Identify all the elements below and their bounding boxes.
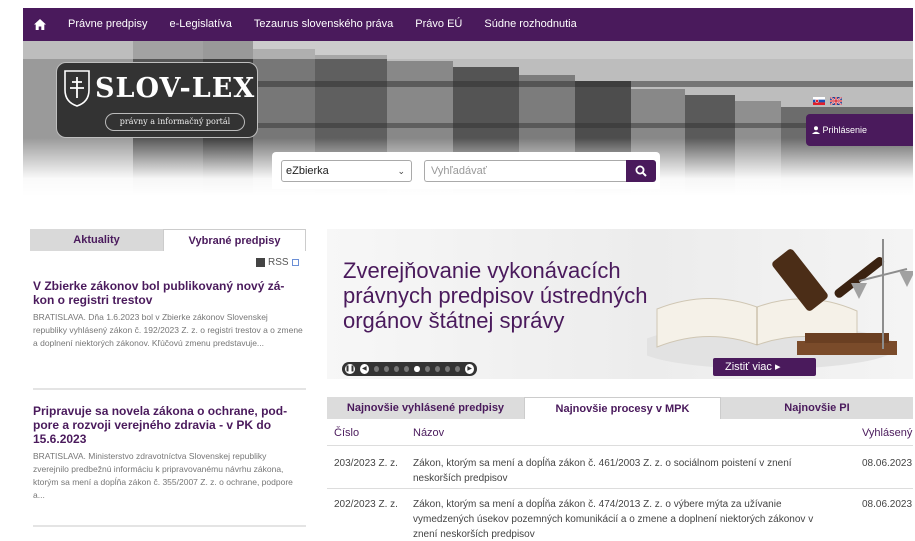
nav-tezaurus[interactable]: Tezaurus slovenského práva: [243, 8, 404, 41]
chevron-down-icon: ⌄: [397, 166, 405, 176]
slide-dot-active[interactable]: [414, 366, 420, 372]
slide-dot[interactable]: [383, 366, 390, 372]
news-text: BRATISLAVA. Ministerstvo zdravotníctva S…: [33, 451, 293, 500]
news-item: V Zbierke zákonov bol publikovaný nový z…: [33, 279, 303, 350]
logo-subtitle: právny a informačný portál: [105, 113, 245, 131]
slider-headline: Zverejňovanie vykonávacích právnych pred…: [343, 258, 648, 333]
slide-dot[interactable]: [455, 366, 461, 372]
regulation-date: 08.06.2023: [862, 458, 913, 469]
nav-pravne-predpisy[interactable]: Právne predpisy: [57, 8, 159, 41]
nav-e-legislativa[interactable]: e-Legislatíva: [159, 8, 243, 41]
regulations-tabs: Najnovšie vyhlásené predpisy Najnovšie p…: [327, 397, 913, 419]
divider: [33, 388, 306, 390]
tab-najnovsie-vyhlasene[interactable]: Najnovšie vyhlásené predpisy: [327, 397, 524, 419]
search-bar: eZbierka ⌄ Vyhľadávať: [272, 152, 660, 189]
slide-dot[interactable]: [424, 366, 430, 372]
learn-more-button[interactable]: Zistiť viac ▸: [713, 358, 816, 376]
row-divider: [327, 488, 913, 489]
news-item: Pripravuje sa novela zákona o ochrane, p…: [33, 404, 303, 502]
search-icon: [635, 165, 647, 177]
logo-title: SLOV-LEX: [95, 73, 256, 104]
promo-slider: Zverejňovanie vykonávacích právnych pred…: [327, 229, 913, 379]
coat-of-arms-icon: [64, 70, 90, 107]
slov-lex-logo[interactable]: SLOV-LEX právny a informačný portál: [56, 62, 258, 138]
home-icon[interactable]: [23, 8, 57, 41]
pause-icon[interactable]: ❚❚: [345, 364, 355, 374]
nav-sudne-rozhodnutia[interactable]: Súdne rozhodnutia: [473, 8, 587, 41]
gavel-books-image: [647, 239, 913, 369]
slide-dot[interactable]: [394, 366, 400, 372]
regulation-number[interactable]: 202/2023 Z. z.: [334, 497, 398, 512]
search-input[interactable]: Vyhľadávať: [424, 160, 626, 182]
regulation-name[interactable]: Zákon, ktorým sa mení a dopĺňa zákon č. …: [413, 497, 833, 541]
tab-najnovsie-pi[interactable]: Najnovšie PI: [721, 397, 913, 419]
login-button[interactable]: Prihlásenie: [806, 114, 913, 146]
login-label: Prihlásenie: [822, 125, 868, 135]
slovak-flag-icon[interactable]: [813, 97, 825, 105]
slide-dot[interactable]: [444, 366, 451, 372]
page: Právne predpisy e-Legislatíva Tezaurus s…: [0, 0, 915, 541]
regulation-date: 08.06.2023: [862, 499, 913, 510]
column-header-nazov[interactable]: Názov: [413, 427, 444, 439]
news-title[interactable]: Pripravuje sa novela zákona o ochrane, p…: [33, 404, 303, 446]
previous-icon[interactable]: ◀: [360, 364, 369, 374]
nav-pravo-eu[interactable]: Právo EÚ: [404, 8, 473, 41]
regulation-name[interactable]: Zákon, ktorým sa mení a dopĺňa zákon č. …: [413, 456, 833, 486]
collection-select[interactable]: eZbierka ⌄: [281, 160, 412, 182]
regulation-number[interactable]: 203/2023 Z. z.: [334, 456, 398, 471]
slide-dot[interactable]: [434, 366, 440, 372]
external-link-icon: [291, 259, 299, 266]
tab-aktuality[interactable]: Aktuality: [30, 229, 163, 251]
search-button[interactable]: [626, 160, 656, 182]
english-flag-icon[interactable]: [830, 97, 842, 105]
slider-controls: ❚❚ ◀ ▶: [342, 362, 477, 376]
tab-najnovsie-procesy[interactable]: Najnovšie procesy v MPK: [524, 397, 721, 419]
column-header-cislo[interactable]: Číslo: [334, 427, 359, 439]
language-switcher: [813, 97, 842, 105]
user-icon: [812, 126, 820, 134]
table-header: Číslo Názov Vyhlásený: [327, 420, 913, 446]
divider: [33, 525, 306, 527]
search-placeholder: Vyhľadávať: [431, 165, 487, 177]
news-title[interactable]: V Zbierke zákonov bol publikovaný nový z…: [33, 279, 303, 307]
tab-vybrane-predpisy[interactable]: Vybrané predpisy: [163, 229, 306, 251]
rss-icon: [256, 258, 265, 267]
column-header-vyhlaseny[interactable]: Vyhlásený: [862, 427, 912, 439]
collection-select-value: eZbierka: [286, 165, 329, 177]
rss-label: RSS: [268, 257, 289, 268]
left-tabs: Aktuality Vybrané predpisy: [30, 229, 306, 251]
rss-link[interactable]: RSS: [256, 257, 299, 268]
slide-dot[interactable]: [404, 366, 410, 372]
slide-dot[interactable]: [373, 366, 379, 372]
top-navigation: Právne predpisy e-Legislatíva Tezaurus s…: [23, 8, 913, 41]
next-icon[interactable]: ▶: [465, 364, 474, 374]
news-text: BRATISLAVA. Dňa 1.6.2023 bol v Zbierke z…: [33, 312, 303, 348]
